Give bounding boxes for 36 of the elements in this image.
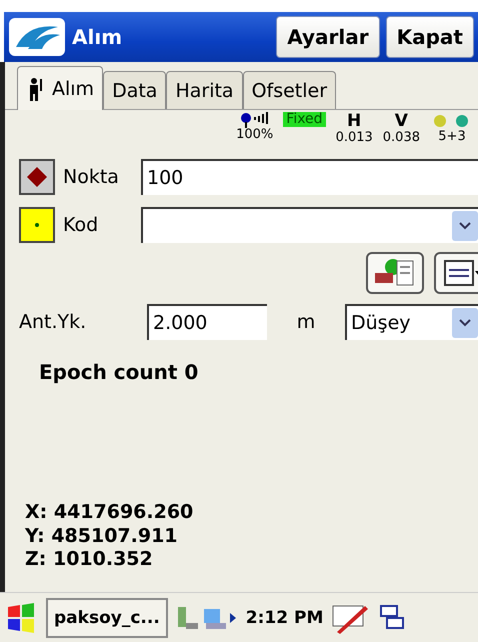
code-symbol-icon[interactable]: [19, 207, 55, 243]
point-label: Nokta: [63, 166, 120, 188]
coordinate-text: Z: 1010.352: [25, 548, 154, 572]
tab[interactable]: Data: [103, 71, 166, 109]
v-precision: 0.038: [382, 130, 420, 145]
fix-status: Fixed: [283, 112, 326, 128]
tab[interactable]: Harita: [166, 71, 243, 109]
signal-percent: 100%: [236, 128, 274, 142]
code-dropdown[interactable]: [141, 207, 478, 243]
h-label: H: [347, 112, 362, 131]
h-precision: 0.013: [336, 130, 373, 145]
method-dropdown[interactable]: Düşey: [345, 304, 478, 340]
title-button[interactable]: Ayarlar: [276, 16, 380, 58]
v-label: V: [394, 112, 408, 131]
signal-icon: [240, 112, 270, 128]
coordinate-text: X: 4417696.260: [25, 500, 194, 524]
coordinate-text: Y: 485107.911: [25, 524, 179, 548]
point-field[interactable]: 100: [141, 159, 478, 195]
clock-time[interactable]: 2:12 PM: [246, 608, 324, 628]
antenna-height-label: Ant.Yk.: [19, 311, 88, 333]
unit-label: m: [296, 311, 316, 333]
point-symbol-icon[interactable]: [19, 159, 55, 195]
antenna-height-field[interactable]: 2.000: [147, 304, 267, 340]
tab[interactable]: Ofsetler: [242, 71, 336, 109]
title-button[interactable]: Kapat: [386, 16, 474, 58]
tab[interactable]: Alım: [17, 66, 104, 110]
epoch-count: Epoch count 0: [38, 359, 200, 384]
satellite-count: 5+3: [438, 130, 466, 144]
chevron-down-icon: [452, 308, 478, 338]
menu-button[interactable]: [434, 252, 478, 294]
chevron-down-icon: [452, 211, 478, 241]
code-label: Kod: [63, 214, 100, 236]
task-button[interactable]: paksoy_c...: [46, 598, 168, 638]
logo-icon: [8, 17, 66, 57]
window-title: Alım: [72, 25, 124, 49]
map-list-button[interactable]: [366, 252, 424, 294]
